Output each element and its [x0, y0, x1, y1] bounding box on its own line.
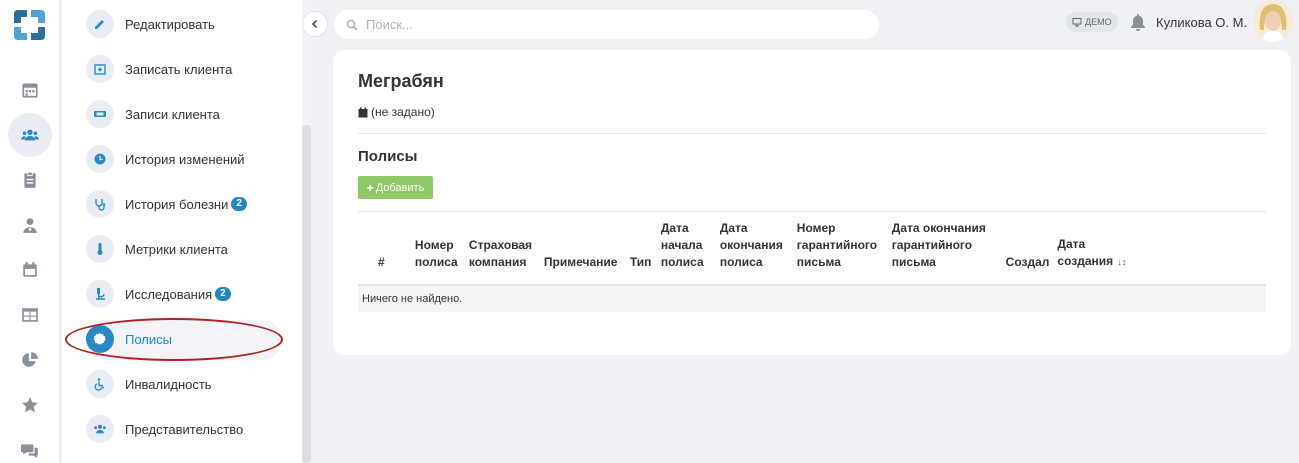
avatar[interactable]: [1253, 0, 1293, 42]
rail-favorites[interactable]: [8, 383, 52, 427]
highlight-annotation: [65, 318, 283, 361]
column-header[interactable]: Примечание: [539, 220, 626, 286]
chevron-left-icon: [311, 19, 318, 29]
users-icon: [86, 415, 114, 443]
sidebar-item-label: Исследования: [125, 286, 213, 302]
count-badge: 2: [231, 197, 247, 211]
collapse-sidebar-button[interactable]: [302, 11, 328, 37]
empty-message: Ничего не найдено.: [358, 285, 1266, 312]
user-name[interactable]: Куликова О. М.: [1156, 15, 1247, 30]
rail-reports[interactable]: [8, 338, 52, 382]
schedule-icon: [23, 262, 37, 277]
doctor-icon: [23, 218, 37, 233]
add-button-label: Добавить: [375, 181, 425, 194]
search-input[interactable]: [366, 17, 846, 32]
divider: [358, 211, 1266, 212]
rail-table[interactable]: [8, 293, 52, 337]
column-header-label: Дата создания: [1057, 237, 1114, 268]
bell-icon[interactable]: [1130, 13, 1146, 31]
rail-clients[interactable]: [8, 113, 52, 157]
count-badge: 2: [215, 287, 231, 301]
policies-table: # Номер полиса Страховая компания Примеч…: [358, 220, 1266, 312]
sort-icon: ↓↕: [1117, 257, 1127, 267]
divider: [358, 133, 1266, 134]
calendar-icon: [358, 107, 368, 117]
column-header[interactable]: Создал: [1001, 220, 1054, 286]
demo-badge: ДЕМО: [1066, 12, 1118, 32]
sidebar-item-label: История изменений: [125, 151, 245, 167]
section-title: Полисы: [358, 148, 418, 165]
column-header[interactable]: Дата окончания полиса: [715, 220, 793, 286]
rail-schedule[interactable]: [8, 248, 52, 292]
wheelchair-icon: [86, 370, 114, 398]
users-icon: [21, 129, 39, 141]
add-policy-button[interactable]: + Добавить: [358, 176, 433, 199]
rail-clipboard[interactable]: [8, 158, 52, 202]
clipboard-icon: [24, 171, 36, 188]
sidebar-item-representation[interactable]: Представительство: [86, 409, 286, 449]
sidebar-item-disability[interactable]: Инвалидность: [86, 364, 286, 404]
sidebar-item-client-appointments[interactable]: Записи клиента: [86, 94, 286, 134]
column-header[interactable]: Номер полиса: [410, 220, 465, 286]
page-title: Меграбян: [358, 71, 444, 91]
sidebar-item-book-client[interactable]: Записать клиента: [86, 49, 286, 89]
sidebar-item-label: Метрики клиента: [125, 241, 228, 257]
table-row: Ничего не найдено.: [358, 285, 1266, 312]
submenu-scrollbar-thumb[interactable]: [302, 125, 311, 463]
column-header[interactable]: #: [358, 220, 411, 286]
column-header[interactable]: Дата окончания гарантийного письма: [887, 220, 1002, 286]
sidebar-item-label: Редактировать: [125, 16, 215, 32]
sidebar-item-medical-history[interactable]: История болезни 2: [86, 184, 286, 224]
demo-label: ДЕМО: [1085, 17, 1112, 27]
rail-doctor[interactable]: [8, 203, 52, 247]
plus-icon: +: [366, 180, 374, 195]
pie-chart-icon: [22, 352, 38, 367]
sidebar-item-edit[interactable]: Редактировать: [86, 4, 286, 44]
column-header[interactable]: Тип: [625, 220, 657, 286]
pencil-icon: [86, 10, 114, 38]
table-header-row: # Номер полиса Страховая компания Примеч…: [358, 220, 1266, 286]
clock-icon: [86, 145, 114, 173]
rail-calendar[interactable]: [8, 68, 52, 112]
star-icon: [22, 397, 38, 413]
sidebar-item-client-metrics[interactable]: Метрики клиента: [86, 229, 286, 269]
column-header[interactable]: Страховая компания: [464, 220, 540, 286]
thermometer-icon: [86, 235, 114, 263]
sidebar-item-label: История болезни: [125, 196, 229, 212]
sidebar-item-label: Записи клиента: [125, 106, 220, 122]
chat-icon: [21, 444, 38, 458]
client-card: Меграбян (не задано) Полисы + Добавить # …: [333, 50, 1291, 355]
sidebar-item-change-history[interactable]: История изменений: [86, 139, 286, 179]
search-icon: [346, 19, 358, 31]
column-header[interactable]: Номер гарантийного письма: [792, 220, 888, 286]
rail-chat[interactable]: [8, 428, 52, 463]
birth-date-value: (не задано): [371, 105, 435, 119]
search-bar: [334, 10, 879, 39]
stethoscope-icon: [86, 190, 114, 218]
sidebar-item-label: Представительство: [125, 421, 244, 437]
sidebar-item-label: Инвалидность: [125, 376, 212, 392]
column-header-sortable[interactable]: Дата создания ↓↕: [1053, 220, 1266, 286]
monitor-icon: [1072, 18, 1082, 27]
icon-rail: [0, 0, 60, 463]
sidebar-item-label: Записать клиента: [125, 61, 233, 77]
table-icon: [22, 308, 38, 322]
calendar-icon: [22, 83, 38, 98]
column-header[interactable]: Дата начала полиса: [656, 220, 716, 286]
birth-date: (не задано): [358, 105, 435, 119]
microscope-icon: [86, 280, 114, 308]
calendar-plus-icon: [86, 55, 114, 83]
sidebar-item-research[interactable]: Исследования 2: [86, 274, 286, 314]
app-logo[interactable]: [10, 6, 48, 44]
ticket-icon: [86, 100, 114, 128]
